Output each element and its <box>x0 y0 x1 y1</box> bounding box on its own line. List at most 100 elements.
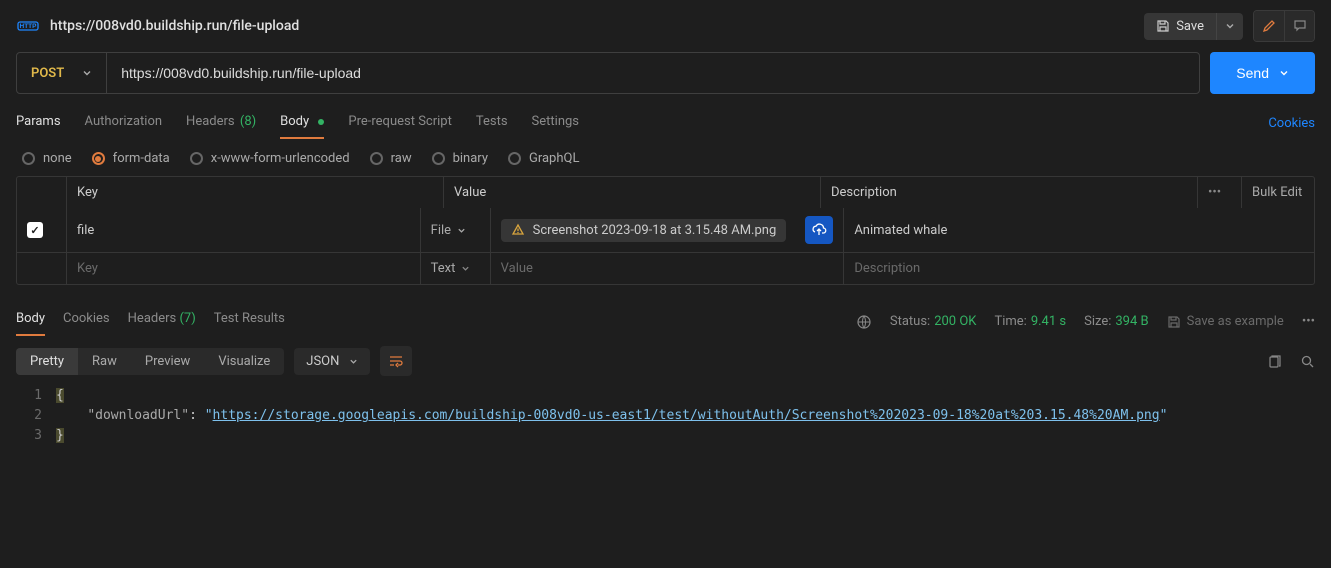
pencil-icon <box>1262 19 1276 33</box>
chevron-down-icon <box>1279 68 1289 78</box>
http-method-select[interactable]: POST <box>17 53 107 93</box>
chevron-down-icon <box>1225 21 1235 31</box>
chevron-down-icon <box>349 357 358 366</box>
value-cell: Screenshot 2023-09-18 at 3.15.48 AM.png <box>491 208 845 252</box>
radio-icon <box>432 152 445 165</box>
wrap-icon <box>388 354 404 368</box>
bulk-edit-link[interactable]: Bulk Edit <box>1242 177 1314 208</box>
col-description: Description <box>821 177 1198 208</box>
table-options[interactable]: ••• <box>1198 177 1242 208</box>
send-button[interactable]: Send <box>1210 52 1315 94</box>
description-cell[interactable]: Animated whale <box>844 208 1314 252</box>
request-title: https://008vd0.buildship.run/file-upload <box>50 18 299 34</box>
table-row: ✓ file File Screenshot 2023-09-18 at 3.1… <box>17 208 1314 253</box>
radio-form-data[interactable]: form-data <box>92 151 170 166</box>
status-display: Status:200 OK <box>890 314 977 329</box>
request-tabs: Params Authorization Headers (8) Body Pr… <box>0 108 1331 139</box>
save-icon <box>1156 19 1170 33</box>
search-icon <box>1300 354 1315 369</box>
tab-settings[interactable]: Settings <box>532 108 579 139</box>
header-icon-group <box>1253 10 1315 42</box>
size-display: Size:394 B <box>1084 314 1149 329</box>
radio-binary[interactable]: binary <box>432 151 488 166</box>
body-indicator-dot <box>318 119 324 125</box>
type-select[interactable]: Text <box>431 261 471 276</box>
save-as-example[interactable]: Save as example <box>1167 314 1284 329</box>
resp-tab-body[interactable]: Body <box>16 307 45 336</box>
description-placeholder[interactable]: Description <box>844 253 1314 284</box>
chevron-down-icon <box>82 68 92 78</box>
request-row: POST Send <box>0 52 1331 108</box>
cookies-link[interactable]: Cookies <box>1268 116 1315 131</box>
row-checkbox[interactable]: ✓ <box>27 222 43 238</box>
copy-icon <box>1267 354 1282 369</box>
download-url-link[interactable]: https://storage.googleapis.com/buildship… <box>213 408 1160 423</box>
view-mode-group: Pretty Raw Preview Visualize <box>16 348 284 375</box>
view-visualize[interactable]: Visualize <box>204 348 284 375</box>
time-display: Time:9.41 s <box>994 314 1066 329</box>
key-placeholder[interactable]: Key <box>67 253 421 284</box>
globe-icon[interactable] <box>856 314 872 330</box>
response-more[interactable]: ••• <box>1302 314 1315 329</box>
tab-body[interactable]: Body <box>280 108 324 139</box>
resp-tab-test-results[interactable]: Test Results <box>214 307 285 336</box>
type-select[interactable]: File <box>431 223 466 238</box>
response-status-bar: Status:200 OK Time:9.41 s Size:394 B Sav… <box>856 314 1315 330</box>
table-header: Key Value Description ••• Bulk Edit <box>17 177 1314 208</box>
format-select[interactable]: JSON <box>294 348 370 375</box>
value-placeholder[interactable]: Value <box>491 253 845 284</box>
copy-button[interactable] <box>1267 354 1282 369</box>
tab-params[interactable]: Params <box>16 108 61 139</box>
response-actions-right <box>1267 354 1315 369</box>
tab-headers[interactable]: Headers (8) <box>186 108 256 139</box>
response-tabs: Body Cookies Headers (7) Test Results St… <box>0 297 1331 336</box>
radio-icon <box>508 152 521 165</box>
radio-none[interactable]: none <box>22 151 72 166</box>
view-pretty[interactable]: Pretty <box>16 348 78 375</box>
upload-button[interactable] <box>805 216 833 244</box>
tab-authorization[interactable]: Authorization <box>85 108 163 139</box>
comment-icon <box>1293 19 1307 33</box>
radio-graphql[interactable]: GraphQL <box>508 151 579 166</box>
chevron-down-icon <box>457 226 466 235</box>
wrap-lines-button[interactable] <box>380 346 412 376</box>
radio-icon <box>370 152 383 165</box>
key-cell[interactable]: file <box>67 208 421 252</box>
form-data-table: Key Value Description ••• Bulk Edit ✓ fi… <box>16 176 1315 285</box>
save-dropdown[interactable] <box>1216 13 1243 40</box>
http-method-icon: HTTP <box>16 14 40 38</box>
tab-tests[interactable]: Tests <box>476 108 508 139</box>
save-button[interactable]: Save <box>1144 13 1216 40</box>
radio-icon <box>190 152 203 165</box>
search-button[interactable] <box>1300 354 1315 369</box>
radio-icon <box>22 152 35 165</box>
radio-icon <box>92 152 105 165</box>
url-input[interactable] <box>107 53 1199 93</box>
response-body: 1{ 2 "downloadUrl": "https://storage.goo… <box>0 386 1331 446</box>
save-button-group: Save <box>1144 13 1243 40</box>
comment-button[interactable] <box>1284 11 1314 41</box>
radio-x-www-form-urlencoded[interactable]: x-www-form-urlencoded <box>190 151 350 166</box>
warning-icon <box>511 223 525 237</box>
svg-text:HTTP: HTTP <box>20 23 38 30</box>
save-label: Save <box>1176 19 1204 34</box>
radio-raw[interactable]: raw <box>370 151 412 166</box>
resp-tab-headers[interactable]: Headers (7) <box>128 307 196 336</box>
chevron-down-icon <box>461 264 470 273</box>
table-row-placeholder: Key Text Value Description <box>17 253 1314 284</box>
cloud-upload-icon <box>811 222 827 238</box>
send-label: Send <box>1236 65 1269 81</box>
top-bar: HTTP https://008vd0.buildship.run/file-u… <box>0 0 1331 52</box>
save-icon <box>1167 315 1181 329</box>
view-raw[interactable]: Raw <box>78 348 131 375</box>
body-type-radios: none form-data x-www-form-urlencoded raw… <box>0 139 1331 176</box>
method-url-container: POST <box>16 52 1200 94</box>
col-value: Value <box>444 177 821 208</box>
edit-button[interactable] <box>1254 11 1284 41</box>
method-label: POST <box>31 66 64 81</box>
tab-pre-request-script[interactable]: Pre-request Script <box>348 108 451 139</box>
view-preview[interactable]: Preview <box>131 348 204 375</box>
response-view-controls: Pretty Raw Preview Visualize JSON <box>0 336 1331 386</box>
resp-tab-cookies[interactable]: Cookies <box>63 307 110 336</box>
file-chip[interactable]: Screenshot 2023-09-18 at 3.15.48 AM.png <box>501 219 787 242</box>
